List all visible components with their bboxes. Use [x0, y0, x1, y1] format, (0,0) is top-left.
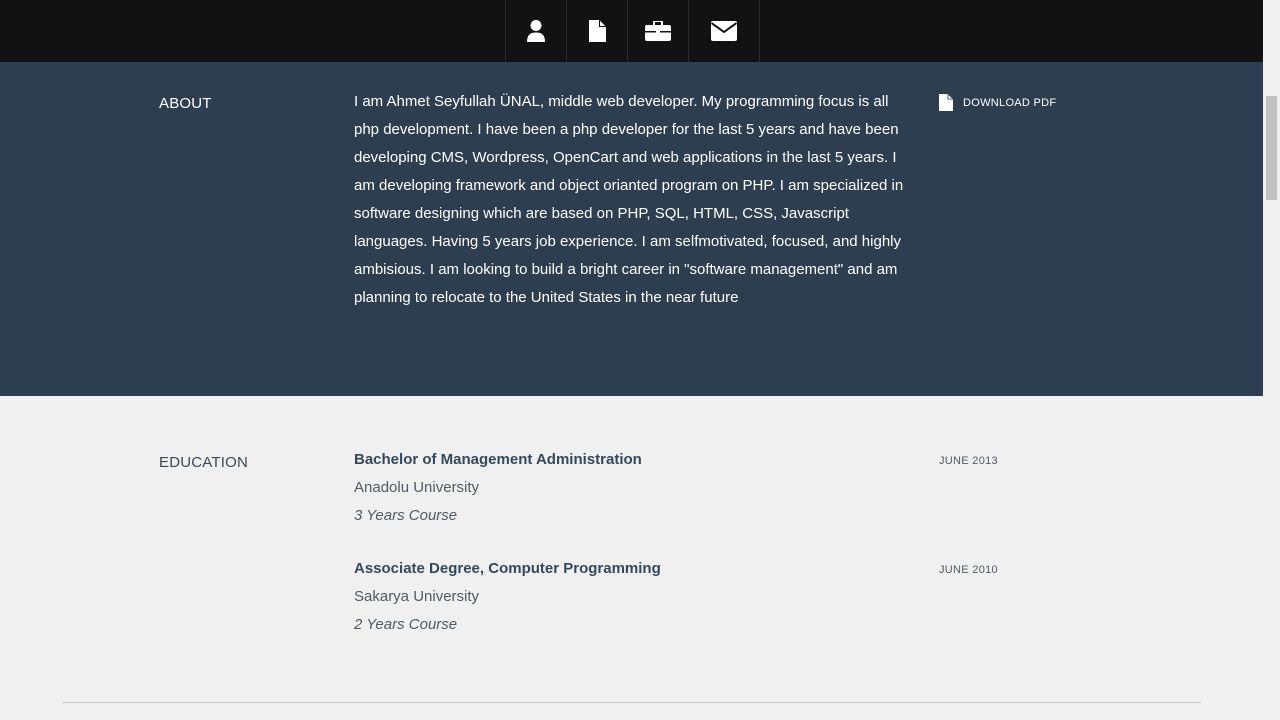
education-item: Bachelor of Management Administration An…	[354, 446, 914, 530]
nav-contact-button[interactable]	[689, 0, 760, 62]
degree-title: Bachelor of Management Administration	[354, 451, 642, 468]
nav-resume-button[interactable]	[567, 0, 628, 62]
course-duration: 3 Years Course	[354, 507, 458, 524]
school-name: Anadolu University	[354, 479, 480, 496]
download-pdf-link[interactable]: DOWNLOAD PDF	[939, 94, 1056, 111]
download-pdf-label[interactable]: DOWNLOAD PDF	[963, 97, 1056, 109]
about-heading: ABOUT	[159, 95, 212, 112]
school-name: Sakarya University	[354, 588, 480, 605]
education-item: Associate Degree, Computer Programming S…	[354, 555, 914, 639]
about-section: ABOUT I am Ahmet Seyfullah ÜNAL, middle …	[0, 62, 1263, 396]
user-icon	[527, 20, 545, 42]
scrollbar-thumb[interactable]	[1266, 96, 1277, 200]
degree-title: Associate Degree, Computer Programming	[354, 560, 661, 577]
page-scrollbar[interactable]	[1263, 0, 1280, 720]
nav-about-button[interactable]	[506, 0, 567, 62]
section-divider	[62, 702, 1201, 703]
course-duration: 2 Years Course	[354, 616, 458, 633]
envelope-icon	[711, 21, 737, 41]
top-navigation	[0, 0, 1263, 62]
about-text: I am Ahmet Seyfullah ÜNAL, middle web de…	[354, 93, 904, 306]
education-heading: EDUCATION	[159, 454, 249, 471]
document-icon	[589, 20, 606, 42]
graduation-date: JUNE 2013	[939, 455, 998, 467]
document-icon	[939, 94, 953, 111]
resume-page: ABOUT I am Ahmet Seyfullah ÜNAL, middle …	[0, 0, 1263, 720]
graduation-date: JUNE 2010	[939, 564, 998, 576]
briefcase-icon	[645, 21, 671, 41]
nav-icon-bar	[505, 0, 760, 62]
nav-portfolio-button[interactable]	[628, 0, 689, 62]
